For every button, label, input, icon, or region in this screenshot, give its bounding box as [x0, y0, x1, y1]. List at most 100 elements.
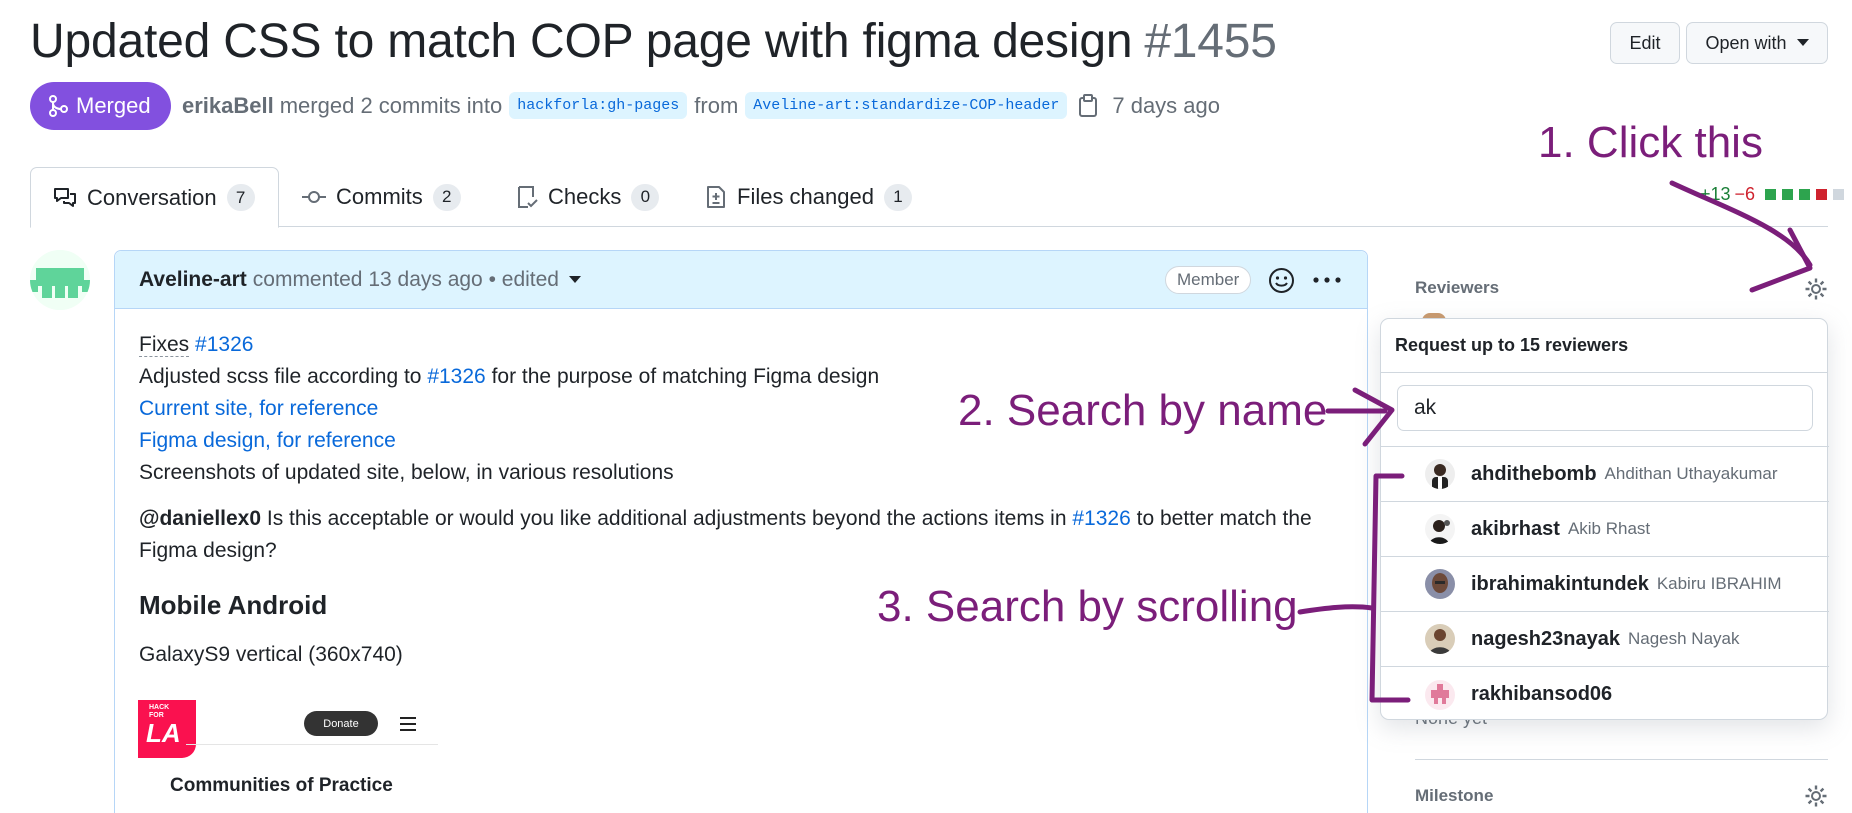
comment-author[interactable]: Aveline-art	[139, 268, 247, 292]
tab-checks[interactable]: Checks 0	[494, 167, 660, 227]
reviewer-option[interactable]: ibrahimakintundek Kabiru IBRAHIM	[1381, 557, 1829, 612]
base-branch[interactable]: hackforla:gh-pages	[509, 92, 688, 119]
member-badge: Member	[1165, 266, 1252, 294]
donate-button: Donate	[304, 711, 378, 736]
tab-conversation[interactable]: Conversation 7	[30, 167, 279, 228]
question-pre: Is this acceptable or would you like add…	[266, 507, 1067, 530]
comment-action[interactable]: commented 13 days ago • edited	[253, 268, 559, 292]
from-text: from	[694, 92, 739, 118]
kebab-horizontal-icon[interactable]	[1313, 277, 1341, 283]
question-paragraph: @daniellex0 Is this acceptable or would …	[139, 503, 1319, 567]
merger-username[interactable]: erikaBell	[182, 93, 274, 119]
hack-for-la-logo: HACK FOR LA	[138, 700, 196, 758]
fixes-label: Fixes	[139, 333, 190, 357]
merged-badge: Merged	[30, 82, 171, 130]
tab-files-changed[interactable]: Files changed 1	[683, 167, 912, 227]
caret-down-icon[interactable]	[568, 275, 581, 284]
diffstat-block	[1816, 189, 1828, 200]
mobile-screenshot: HACK FOR LA Donate Communities of Practi…	[138, 700, 438, 813]
mock-heading: Communities of Practice	[170, 775, 393, 796]
reviewer-name: Nagesh Nayak	[1627, 629, 1740, 648]
pr-title: Updated CSS to match COP page with figma…	[30, 14, 1277, 69]
tab-checks-label: Checks	[548, 184, 622, 209]
tab-conversation-count: 7	[226, 184, 255, 211]
adjusted-pre: Adjusted scss file according to	[139, 365, 422, 388]
milestone-heading: Milestone	[1415, 786, 1494, 805]
gear-icon[interactable]	[1804, 277, 1828, 301]
pr-meta: erikaBell merged 2 commits into hackforl…	[182, 92, 1220, 119]
commit-icon	[302, 191, 326, 203]
checklist-icon	[518, 186, 538, 208]
diffstat-block	[1833, 189, 1845, 200]
reviewer-login: akibrhast	[1471, 517, 1560, 540]
merged-text: merged 2 commits into	[279, 92, 503, 118]
pr-tabs: Conversation 7 Commits 2 Checks 0 Files …	[30, 167, 1828, 228]
gear-icon[interactable]	[1804, 784, 1828, 808]
reviewer-option[interactable]: rakhibansod06	[1381, 667, 1829, 722]
merged-label: Merged	[76, 93, 151, 118]
diffstat: +13 −6	[1700, 184, 1845, 205]
tab-conversation-label: Conversation	[87, 184, 217, 210]
issue-link[interactable]: #1326	[1072, 507, 1130, 530]
diffstat-deletions: −6	[1734, 184, 1756, 204]
diffstat-additions: +13	[1700, 184, 1731, 204]
clipboard-icon[interactable]	[1078, 93, 1098, 118]
caret-down-icon	[1796, 39, 1809, 46]
arrow-1-head	[1749, 227, 1813, 293]
screenshots-line: Screenshots of updated site, below, in v…	[139, 461, 674, 484]
annotation-search-scrolling: 3. Search by scrolling	[877, 582, 1298, 631]
reviewer-name: Akib Rhast	[1567, 519, 1651, 538]
reviewer-login: ahdithebomb	[1471, 462, 1597, 485]
issue-link[interactable]: #1326	[195, 333, 253, 356]
reviewer-search-input[interactable]: ak	[1397, 385, 1813, 431]
open-with-button[interactable]: Open with	[1686, 22, 1828, 64]
adjusted-post: for the purpose of matching Figma design	[491, 365, 880, 388]
pr-number: #1455	[1144, 15, 1277, 68]
user-avatar	[1425, 569, 1455, 599]
user-avatar	[1425, 679, 1455, 710]
reviewer-option[interactable]: akibrhast Akib Rhast	[1381, 502, 1829, 557]
reviewer-picker-header: Request up to 15 reviewers	[1381, 319, 1827, 373]
mock-divider	[186, 744, 438, 745]
reviewer-option[interactable]: nagesh23nayak Nagesh Nayak	[1381, 612, 1829, 667]
annotation-click-this: 1. Click this	[1538, 118, 1763, 167]
reviewer-picker: Request up to 15 reviewers ak ahdithebom…	[1380, 318, 1829, 722]
reviewer-results: ahdithebomb Ahdithan Uthayakumar akibrha…	[1381, 446, 1829, 722]
diffstat-block	[1765, 189, 1777, 200]
head-branch[interactable]: Aveline-art:standardize-COP-header	[745, 92, 1068, 119]
device-caption: GalaxyS9 vertical (360x740)	[139, 643, 403, 666]
reviewer-option[interactable]: ahdithebomb Ahdithan Uthayakumar	[1381, 447, 1829, 502]
comment-header: Aveline-art commented 13 days ago • edit…	[115, 251, 1367, 309]
tab-commits-count: 2	[432, 183, 461, 211]
reviewer-name: Ahdithan Uthayakumar	[1604, 464, 1778, 483]
comment-discussion-icon	[54, 187, 76, 207]
user-avatar	[1425, 624, 1455, 654]
merged-time: 7 days ago	[1112, 92, 1220, 118]
annotation-search-name: 2. Search by name	[958, 386, 1328, 435]
tab-commits[interactable]: Commits 2	[280, 167, 461, 227]
smiley-icon[interactable]	[1268, 267, 1295, 294]
user-mention[interactable]: @daniellex0	[139, 507, 261, 530]
logo-small-text: HACK FOR	[149, 704, 170, 719]
reviewer-login: rakhibansod06	[1471, 683, 1613, 705]
tab-files-changed-count: 1	[883, 183, 912, 211]
fixes-line: Fixes #1326	[139, 329, 1343, 361]
reviewer-login: ibrahimakintundek	[1471, 572, 1649, 595]
user-avatar	[1425, 459, 1455, 489]
pr-title-text: Updated CSS to match COP page with figma…	[30, 15, 1133, 68]
diffstat-block	[1782, 189, 1794, 200]
issue-link[interactable]: #1326	[427, 365, 485, 388]
logo-big-text: LA	[146, 718, 181, 748]
merge-icon	[49, 95, 68, 117]
diffstat-block	[1799, 189, 1811, 200]
reviewer-name: Kabiru IBRAHIM	[1656, 574, 1782, 593]
edit-button[interactable]: Edit	[1610, 22, 1680, 64]
reviewers-heading: Reviewers	[1415, 278, 1500, 297]
file-diff-icon	[707, 186, 725, 208]
user-avatar	[1425, 514, 1455, 544]
comment-author-avatar[interactable]	[30, 250, 90, 310]
tab-commits-label: Commits	[336, 184, 423, 209]
tab-files-changed-label: Files changed	[737, 184, 874, 209]
reviewer-login: nagesh23nayak	[1471, 627, 1620, 650]
hamburger-icon	[400, 717, 416, 731]
